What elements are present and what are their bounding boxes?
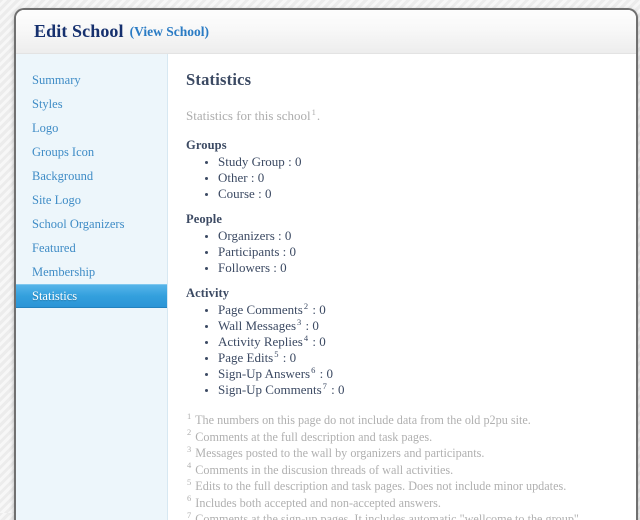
stat-label: Sign-Up Answers — [218, 366, 311, 381]
sidebar-item-membership[interactable]: Membership — [16, 260, 167, 284]
edit-school-card: Edit School (View School) Summary Styles L… — [14, 8, 638, 520]
stat-item: Sign-Up Answers6 : 0 — [218, 364, 614, 382]
stat-value: 0 — [289, 244, 297, 259]
sidebar-item-styles[interactable]: Styles — [16, 92, 167, 116]
stat-label: Course — [218, 186, 255, 201]
card-header: Edit School (View School) — [16, 10, 636, 54]
section-heading-activity: Activity — [186, 286, 230, 300]
section-heading-people: People — [186, 212, 223, 226]
stat-label: Organizers — [218, 228, 275, 243]
stat-value: 0 — [264, 186, 272, 201]
stat-footnote-ref: 5 — [274, 348, 279, 359]
intro-label: Statistics for this school — [186, 108, 311, 123]
footnote: 6 Includes both accepted and non-accepte… — [186, 494, 614, 512]
stat-item: Followers : 0 — [218, 260, 614, 276]
stat-value: 0 — [326, 366, 333, 381]
sidebar-nav: Summary Styles Logo Groups Icon Background Si… — [16, 54, 168, 520]
stat-footnote-ref: 4 — [303, 332, 309, 343]
stat-list-groups: Study Group : 0Other : 0Course : 0 — [186, 154, 614, 202]
footnote-text: Includes both accepted and non-accepted … — [192, 495, 441, 510]
intro-period: . — [316, 108, 321, 123]
stat-item: Activity Replies4 : 0 — [218, 332, 614, 350]
stat-label: Sign-Up Comments — [218, 382, 322, 397]
sidebar-item-logo[interactable]: Logo — [16, 116, 167, 140]
sidebar-item-featured[interactable]: Featured — [16, 236, 167, 260]
stat-item: Other : 0 — [218, 170, 614, 186]
stat-value: 0 — [289, 350, 297, 365]
statistics-sections: Groups Study Group : 0Other : 0Course : 0… — [186, 138, 614, 398]
stat-value: 0 — [319, 334, 326, 349]
footnote-text: Comments at the sign-up pages. It includ… — [195, 512, 579, 520]
stat-item: Wall Messages3 : 0 — [218, 316, 614, 334]
content-title: Statistics — [186, 70, 252, 89]
footnote: 4 Comments in the discusion threads of w… — [186, 461, 614, 479]
footnote-text: Edits to the full description and task p… — [192, 479, 567, 493]
stat-item: Sign-Up Comments7 : 0 — [218, 380, 614, 398]
stat-item: Organizers : 0 — [218, 228, 614, 244]
sidebar-item-statistics[interactable]: Statistics — [16, 284, 167, 308]
sidebar-item-summary[interactable]: Summary — [16, 68, 167, 92]
sidebar-item-site-logo[interactable]: Site Logo — [16, 188, 167, 212]
footnote-text: Messages posted to the wall by organizer… — [192, 446, 485, 460]
footnote: 3 Messages posted to the wall by organiz… — [186, 445, 614, 462]
stat-item: Page Edits5 : 0 — [218, 348, 614, 366]
footnote: 5 Edits to the full description and task… — [186, 478, 614, 495]
stat-list-activity: Page Comments2 : 0Wall Messages3 : 0Acti… — [186, 300, 614, 398]
stat-item: Study Group : 0 — [218, 154, 614, 170]
footnote-text: Comments in the discusion threads of wal… — [192, 462, 454, 477]
footnote: 2 Comments at the full description and t… — [186, 428, 614, 446]
stat-footnote-ref: 7 — [322, 380, 327, 391]
stat-item: Participants : 0 — [218, 244, 614, 260]
stat-label: Page Comments — [218, 302, 303, 317]
card-body: Summary Styles Logo Groups Icon Background Si… — [16, 54, 636, 520]
stat-label: Other — [218, 170, 248, 185]
footnote: 1 The numbers on this page do not includ… — [186, 412, 614, 429]
stat-value: 0 — [284, 228, 292, 243]
stat-footnote-ref: 6 — [311, 364, 316, 375]
stat-item: Course : 0 — [218, 186, 614, 202]
stat-value: 0 — [280, 260, 287, 275]
stat-label: Study Group — [218, 154, 285, 169]
view-school-link[interactable]: (View School) — [130, 24, 209, 40]
footnote: 7 Comments at the sign-up pages. It incl… — [186, 511, 614, 520]
stat-label: Activity Replies — [218, 334, 303, 349]
intro-text: Statistics for this school1. — [186, 107, 614, 124]
stat-value: 0 — [338, 382, 345, 397]
main-content: Statistics Statistics for this school1. … — [168, 54, 636, 520]
footnotes-block: 1 The numbers on this page do not includ… — [186, 412, 614, 520]
sidebar-item-background[interactable]: Background — [16, 164, 167, 188]
stat-label: Followers — [218, 260, 270, 275]
stat-item: Page Comments2 : 0 — [218, 300, 614, 318]
stat-list-people: Organizers : 0Participants : 0Followers … — [186, 228, 614, 276]
stat-footnote-ref: 2 — [303, 300, 309, 311]
sidebar-item-groups-icon[interactable]: Groups Icon — [16, 140, 167, 164]
stat-label: Wall Messages — [218, 318, 297, 333]
stat-value: 0 — [294, 154, 302, 169]
footnote-text: Comments at the full description and tas… — [192, 429, 433, 444]
stat-value: 0 — [312, 318, 319, 333]
page-heading: Edit School — [34, 21, 124, 41]
footnote-text: The numbers on this page do not include … — [192, 413, 531, 427]
section-heading-groups: Groups — [186, 138, 227, 152]
stat-footnote-ref: 3 — [297, 316, 302, 327]
stat-value: 0 — [257, 170, 265, 185]
sidebar-item-school-organizers[interactable]: School Organizers — [16, 212, 167, 236]
stat-value: 0 — [319, 302, 326, 317]
stat-label: Page Edits — [218, 350, 274, 365]
stat-label: Participants — [218, 244, 280, 259]
